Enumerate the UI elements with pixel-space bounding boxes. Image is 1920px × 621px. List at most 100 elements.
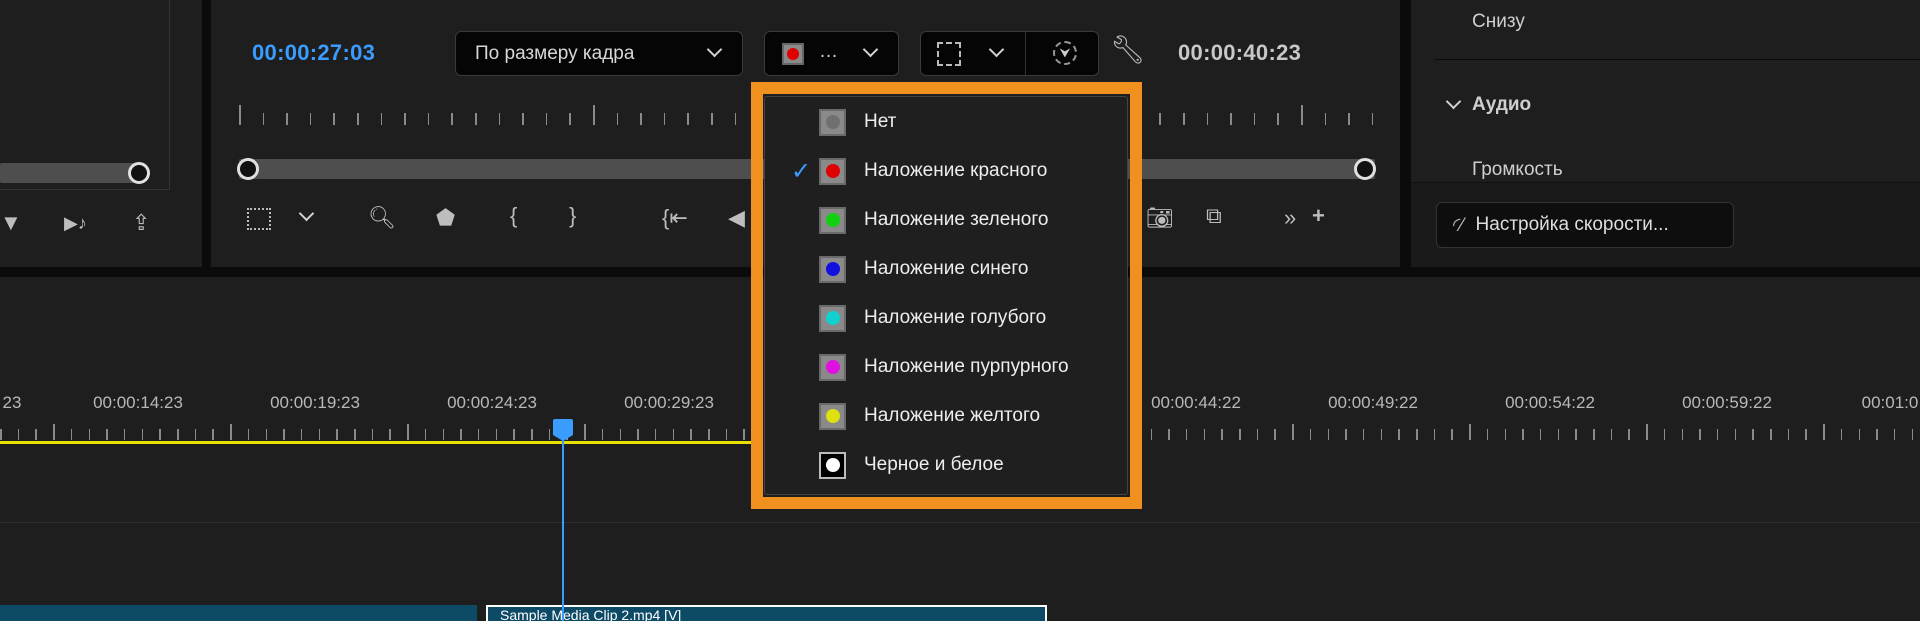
ruler-tick: [1253, 113, 1256, 125]
add-marker-icon[interactable]: ⬟: [436, 207, 455, 229]
mark-out-icon[interactable]: }: [569, 205, 576, 227]
speedometer-icon: ◜⁄: [1453, 214, 1464, 236]
timeline-ruler-label: 23: [2, 393, 22, 412]
timeline-tick: [159, 429, 161, 440]
timeline-tick: [1699, 429, 1701, 440]
timeline-tick: [141, 429, 144, 440]
playhead-handle[interactable]: [553, 419, 573, 435]
timeline-tick: [1716, 429, 1719, 440]
timeline-tick: [265, 429, 267, 440]
source-scrub-bar[interactable]: [0, 163, 145, 183]
timeline-tick: [1681, 429, 1683, 440]
timeline-tick: [1876, 429, 1878, 440]
work-area-bar[interactable]: [0, 441, 760, 444]
overlay-menu-item[interactable]: Черное и белое: [765, 445, 1127, 485]
mark-in-icon[interactable]: {: [510, 205, 517, 227]
divider: [1435, 59, 1920, 60]
safe-margins-group: ⮟: [920, 31, 1099, 76]
timeline-tick: [371, 429, 374, 440]
overlay-menu-item[interactable]: Наложение синего: [765, 249, 1127, 289]
timeline-tick: [1433, 429, 1436, 440]
timeline-ruler-label: 00:00:14:23: [93, 393, 183, 412]
timeline-tick: [318, 429, 321, 440]
go-to-in-icon[interactable]: {⇤: [662, 207, 688, 229]
timeline-clip[interactable]: Sample Media Clip 2.mp4 [V]: [486, 605, 1047, 621]
overlay-menu-item[interactable]: ✓ Наложение красного: [765, 151, 1127, 191]
timeline-tick: [690, 429, 692, 440]
step-back-icon[interactable]: ◀: [728, 207, 745, 229]
color-swatch-icon: [819, 402, 846, 430]
timeline-tick: [1150, 429, 1152, 440]
timeline-tick: [1575, 429, 1577, 440]
chevron-down-icon[interactable]: [988, 41, 1005, 58]
ruler-tick: [475, 113, 477, 125]
overlay-menu-item[interactable]: Наложение голубого: [765, 298, 1127, 338]
timeline-tick: [35, 429, 37, 440]
export-icon[interactable]: ⇪: [132, 212, 150, 234]
source-viewer: [0, 0, 170, 190]
source-scrub-handle[interactable]: [128, 162, 150, 184]
overlay-value: …: [819, 41, 838, 62]
camera-export-frame-icon[interactable]: 📷︎: [1146, 207, 1174, 229]
ruler-tick: [404, 113, 406, 125]
timeline-tick: [601, 429, 604, 440]
chevron-down-icon[interactable]: [1445, 93, 1462, 110]
overlay-menu-item-label: Наложение красного: [864, 160, 1048, 181]
timeline-tick: [1274, 429, 1276, 440]
scrub-end-handle[interactable]: [1354, 158, 1376, 180]
color-swatch-icon: [819, 206, 846, 234]
current-timecode[interactable]: 00:00:27:03: [252, 40, 375, 66]
more-controls-icon[interactable]: »: [1284, 207, 1296, 229]
timeline-tick: [194, 429, 197, 440]
timeline-tick: [1362, 429, 1365, 440]
overlay-select[interactable]: …: [764, 31, 899, 76]
overlay-menu-item[interactable]: Нет: [765, 102, 1127, 142]
overlay-menu-item-label: Наложение зеленого: [864, 209, 1049, 230]
clip-segment[interactable]: [0, 605, 477, 621]
timeline-ruler-label: 00:00:54:22: [1505, 393, 1595, 412]
timeline-tick: [247, 429, 250, 440]
overlay-menu-item[interactable]: Наложение пурпурного: [765, 347, 1127, 387]
timeline-tick: [1893, 429, 1896, 440]
playhead-line[interactable]: [562, 436, 564, 621]
filter-icon[interactable]: ▼: [0, 212, 22, 234]
overlay-menu-item-label: Черное и белое: [864, 454, 1004, 475]
timeline-tick: [1734, 429, 1737, 440]
timeline-tick: [1823, 424, 1825, 440]
timeline-tick: [1256, 429, 1259, 440]
audio-output-icon[interactable]: ▶♪: [64, 214, 87, 232]
timeline-tick: [584, 424, 586, 440]
proxy-toggle-icon[interactable]: ⮟: [1053, 41, 1077, 65]
timeline-tick: [123, 429, 126, 440]
ruler-tick: [357, 113, 359, 125]
timeline-tick: [743, 429, 745, 440]
timeline-tick: [407, 424, 409, 440]
scrub-start-handle[interactable]: [237, 158, 259, 180]
overlay-menu-item[interactable]: Наложение зеленого: [765, 200, 1127, 240]
overlay-menu-item[interactable]: Наложение желтого: [765, 396, 1127, 436]
timeline-tick: [619, 429, 621, 440]
ruler-tick: [687, 113, 689, 125]
ruler-tick: [451, 113, 453, 125]
compare-view-icon[interactable]: ⧉: [1206, 205, 1222, 227]
audio-section-header[interactable]: Аудио: [1472, 94, 1531, 116]
timeline-tick: [442, 429, 444, 440]
clip-name: Sample Media Clip 2.mp4 [V]: [500, 607, 682, 621]
button-editor-plus-icon[interactable]: +: [1312, 205, 1325, 227]
speed-settings-button[interactable]: ◜⁄ Настройка скорости...: [1436, 202, 1734, 248]
timeline-tick: [53, 424, 55, 440]
timeline-ruler-label: 00:00:59:22: [1682, 393, 1772, 412]
timeline-tick: [1398, 429, 1400, 440]
chevron-down-icon[interactable]: [298, 205, 315, 222]
crop-select-icon[interactable]: [247, 208, 271, 230]
timeline-tick: [1628, 429, 1630, 440]
zoom-level-select[interactable]: По размеру кадра: [455, 31, 743, 76]
safe-margins-icon[interactable]: [937, 42, 961, 66]
timeline-tick: [654, 429, 657, 440]
export-frame-search-icon[interactable]: 🔍︎: [368, 207, 396, 229]
timeline-tick: [0, 429, 2, 440]
wrench-settings-icon[interactable]: 🔧︎: [1110, 36, 1146, 64]
timeline-tick: [725, 429, 728, 440]
timeline-tick: [672, 429, 675, 440]
timeline-tick: [389, 429, 391, 440]
